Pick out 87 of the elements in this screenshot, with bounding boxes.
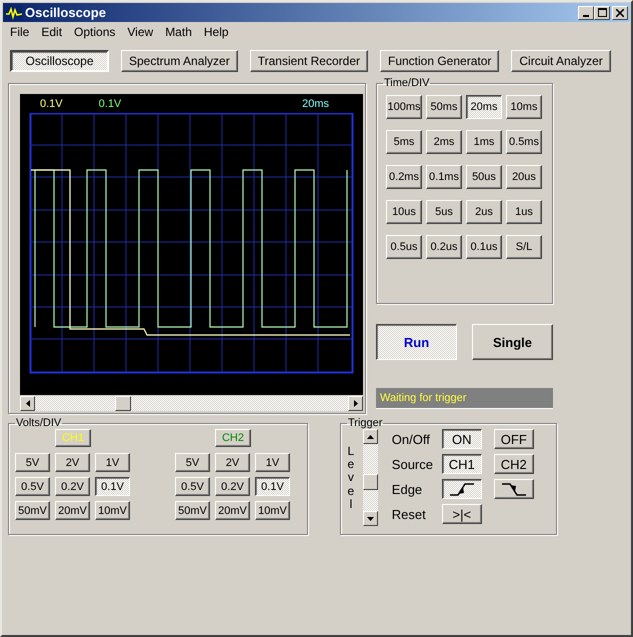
- menu-item[interactable]: File: [4, 25, 36, 39]
- trigger-button[interactable]: CH1: [442, 454, 482, 474]
- volts-div-button[interactable]: 5V: [15, 453, 50, 472]
- menu-item[interactable]: Help: [198, 25, 235, 39]
- up-arrow-icon: [366, 434, 374, 438]
- time-div-button[interactable]: 0.1ms: [426, 165, 462, 189]
- volts-div-button[interactable]: 1V: [255, 453, 290, 472]
- maximize-icon: [598, 8, 606, 17]
- time-div-button[interactable]: 0.5us: [386, 235, 422, 259]
- waveform-icon: [5, 6, 23, 20]
- scroll-thumb[interactable]: [115, 396, 131, 411]
- rising-edge-icon: [448, 482, 475, 496]
- group-title: Time/DIV: [383, 77, 430, 89]
- run-mode-button[interactable]: Single: [472, 324, 553, 360]
- trigger-button[interactable]: OFF: [494, 429, 534, 449]
- volts-div-button[interactable]: 1V: [95, 453, 130, 472]
- time-div-button[interactable]: 10ms: [506, 95, 542, 119]
- volts-div-button[interactable]: 0.1V: [255, 477, 290, 496]
- volts-div-button[interactable]: 10mV: [255, 501, 290, 520]
- time-div-button[interactable]: 5us: [426, 200, 462, 224]
- horizontal-scrollbar[interactable]: [20, 396, 363, 411]
- volts-div-button[interactable]: 5V: [175, 453, 210, 472]
- level-label: Level: [347, 443, 355, 513]
- level-slider[interactable]: [362, 429, 378, 526]
- trigger-label: Reset: [392, 506, 427, 522]
- mode-tab[interactable]: Spectrum Analyzer: [121, 50, 238, 72]
- time-div-button[interactable]: 100ms: [386, 95, 422, 119]
- mode-tab[interactable]: Circuit Analyzer: [511, 50, 611, 72]
- time-div-button[interactable]: 20ms: [466, 95, 502, 119]
- slider-thumb[interactable]: [362, 474, 378, 490]
- time-div-button[interactable]: 1ms: [466, 130, 502, 154]
- falling-edge-icon: [500, 482, 527, 496]
- time-div-button[interactable]: 0.1us: [466, 235, 502, 259]
- time-div-button[interactable]: 0.2ms: [386, 165, 422, 189]
- time-div-button[interactable]: 10us: [386, 200, 422, 224]
- maximize-button[interactable]: [594, 6, 610, 20]
- time-div-button[interactable]: 0.5ms: [506, 130, 542, 154]
- time-div-button[interactable]: 20us: [506, 165, 542, 189]
- menu-item[interactable]: Math: [159, 25, 198, 39]
- menu-item[interactable]: View: [121, 25, 160, 39]
- volts-div-button[interactable]: 10mV: [95, 501, 130, 520]
- group-title: Trigger: [347, 417, 384, 429]
- close-icon: [616, 8, 624, 16]
- channel-1-scale: 0.1V: [40, 98, 63, 110]
- time-div-button[interactable]: 5ms: [386, 130, 422, 154]
- volts-div-button[interactable]: 20mV: [215, 501, 250, 520]
- edge-button[interactable]: [442, 479, 482, 499]
- volts-div-button[interactable]: 0.1V: [95, 477, 130, 496]
- trigger-label: Edge: [392, 482, 424, 496]
- volts-div-button[interactable]: 0.5V: [175, 477, 210, 496]
- trigger-button[interactable]: ON: [442, 429, 482, 449]
- down-arrow-icon: [366, 516, 374, 520]
- run-mode-button[interactable]: Run: [376, 324, 457, 360]
- time-div-button[interactable]: 50ms: [426, 95, 462, 119]
- minimize-button[interactable]: [578, 6, 594, 20]
- left-arrow-icon: [26, 400, 30, 407]
- status-message: Waiting for trigger: [376, 388, 553, 409]
- close-button[interactable]: [612, 6, 628, 20]
- trigger-button[interactable]: CH2: [494, 454, 534, 474]
- time-div-button[interactable]: S/L: [506, 235, 542, 259]
- mode-tab[interactable]: Oscilloscope: [10, 50, 109, 72]
- volts-div-button[interactable]: 2V: [215, 453, 250, 472]
- group-title: Volts/DIV: [15, 417, 62, 429]
- trigger-button[interactable]: >|<: [442, 504, 482, 524]
- mode-tab[interactable]: Function Generator: [380, 50, 500, 72]
- trigger-label: On/Off: [392, 432, 431, 446]
- menu-item[interactable]: Options: [68, 25, 122, 39]
- mode-tab[interactable]: Transient Recorder: [250, 50, 368, 72]
- volts-div-button[interactable]: 50mV: [175, 501, 210, 520]
- channel-2-scale: 0.1V: [98, 98, 122, 110]
- volts-div-button[interactable]: 20mV: [55, 501, 90, 520]
- volts-div-button[interactable]: 2V: [55, 453, 90, 472]
- volts-div-button[interactable]: 50mV: [15, 501, 50, 520]
- right-arrow-icon: [354, 400, 358, 407]
- time-div-button[interactable]: 2us: [466, 200, 502, 224]
- minimize-icon: [583, 14, 589, 16]
- window-title: Oscilloscope: [25, 5, 106, 20]
- volts-div-button[interactable]: 0.5V: [15, 477, 50, 496]
- volts-div-button[interactable]: 0.2V: [55, 477, 90, 496]
- time-div-button[interactable]: 1us: [506, 200, 542, 224]
- time-div-button[interactable]: 2ms: [426, 130, 462, 154]
- menu-item[interactable]: Edit: [35, 25, 68, 39]
- time-div-button[interactable]: 50us: [466, 165, 502, 189]
- time-scale: 20ms: [302, 98, 329, 110]
- trigger-label: Source: [392, 456, 434, 472]
- time-div-button[interactable]: 0.2us: [426, 235, 462, 259]
- volts-div-button[interactable]: 0.2V: [215, 477, 250, 496]
